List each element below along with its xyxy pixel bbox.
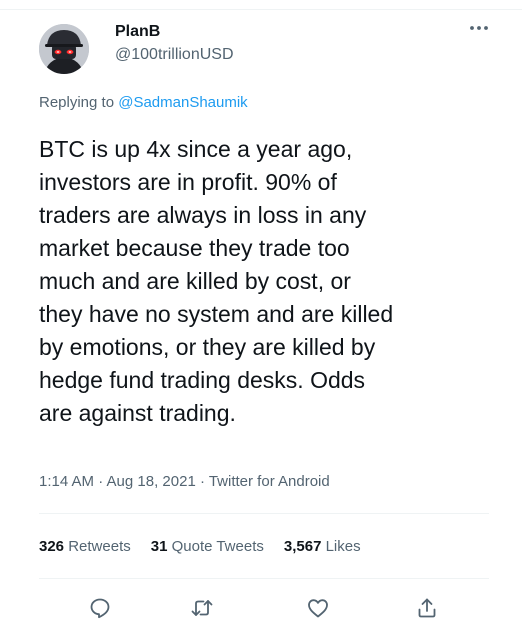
avatar-image [39, 24, 89, 74]
replying-to: Replying to @SadmanShaumik [39, 93, 248, 113]
avatar[interactable] [39, 24, 89, 74]
reply-mention-link[interactable]: @SadmanShaumik [118, 94, 247, 111]
retweets-count: 326 [39, 538, 65, 555]
retweet-icon [191, 600, 213, 616]
retweet-button[interactable] [188, 594, 216, 622]
heart-icon [308, 599, 328, 618]
share-icon [418, 598, 436, 618]
top-divider [0, 9, 522, 10]
quote-tweets-count: 31 [150, 538, 168, 555]
likes-count: 3,567 [283, 538, 322, 555]
likes-label: Likes [325, 538, 361, 555]
retweets-stat[interactable]: 326 Retweets [39, 538, 131, 555]
tweet-text: BTC is up 4x since a year ago, investors… [39, 136, 394, 426]
author-handle[interactable]: @100trillionUSD [115, 45, 234, 65]
divider [39, 513, 489, 514]
more-options-button[interactable] [464, 16, 494, 40]
tweet-stats: 326 Retweets 31 Quote Tweets 3,567 Likes [39, 537, 381, 557]
tweet-meta[interactable]: 1:14 AM · Aug 18, 2021 · Twitter for And… [39, 472, 330, 492]
retweets-label: Retweets [68, 538, 131, 555]
quote-tweets-label: Quote Tweets [171, 538, 264, 555]
share-button[interactable] [413, 594, 441, 622]
like-button[interactable] [304, 594, 332, 622]
quote-tweets-stat[interactable]: 31 Quote Tweets [151, 538, 264, 555]
author-display-name[interactable]: PlanB [115, 22, 160, 42]
likes-stat[interactable]: 3,567 Likes [284, 538, 361, 555]
reply-button[interactable] [86, 594, 114, 622]
reply-icon [90, 598, 110, 619]
replying-to-label: Replying to [39, 94, 115, 111]
more-horizontal-icon [470, 26, 488, 30]
divider [39, 578, 489, 579]
